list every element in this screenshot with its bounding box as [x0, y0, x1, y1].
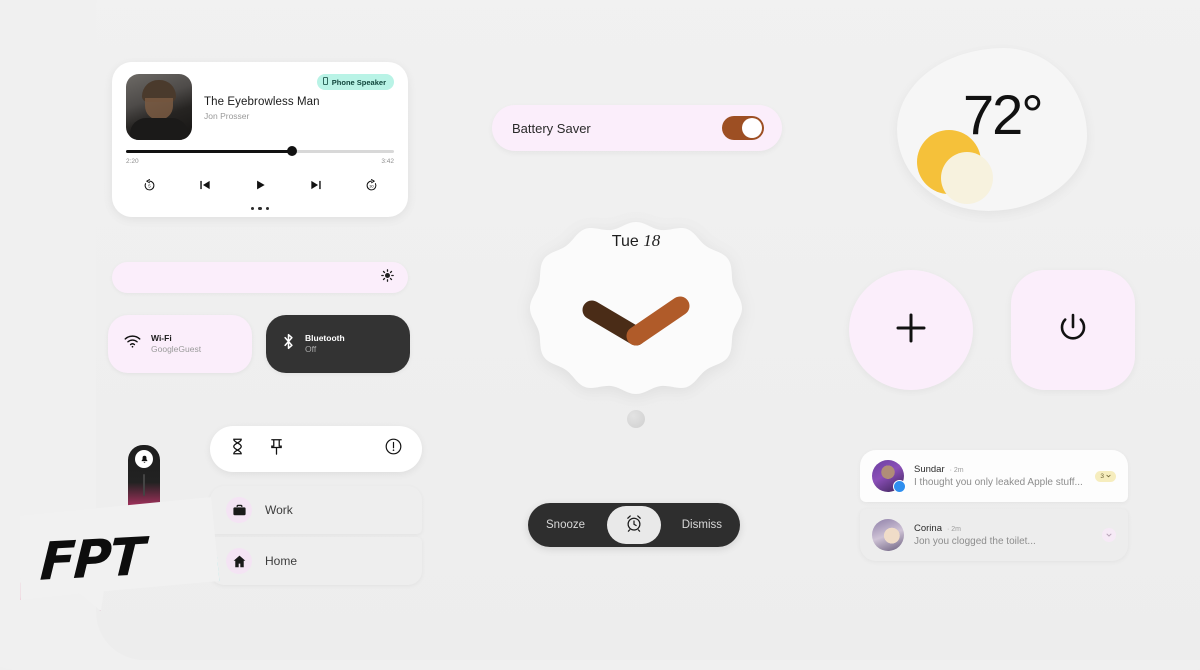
plus-icon: [893, 310, 929, 351]
wifi-status: GoogleGuest: [151, 344, 202, 354]
snooze-button[interactable]: Snooze: [546, 519, 585, 531]
watermark-stem-line: [143, 474, 145, 496]
clock-date: Tue 18: [524, 231, 748, 251]
wifi-icon: [124, 335, 141, 353]
brightness-slider[interactable]: [112, 262, 408, 293]
media-times: 2:20 3:42: [126, 158, 394, 165]
clock-face: [530, 222, 742, 394]
shortcut-item-home[interactable]: Home: [210, 537, 422, 585]
media-artist: Jon Prosser: [204, 111, 250, 121]
battery-saver-toggle[interactable]: [722, 116, 764, 140]
notification-expand-button[interactable]: [1102, 528, 1116, 542]
brightness-icon: [381, 268, 394, 287]
bell-icon: [135, 450, 153, 468]
bluetooth-icon: [282, 333, 295, 355]
media-title: The Eyebrowless Man: [204, 96, 320, 108]
shortcut-toolbar: [210, 426, 422, 472]
wifi-text: Wi-Fi GoogleGuest: [151, 333, 201, 354]
pin-icon[interactable]: [269, 438, 284, 460]
media-progress[interactable]: 2:20 3:42: [126, 146, 394, 165]
svg-text:5: 5: [148, 183, 151, 188]
messenger-icon: [893, 480, 906, 493]
clock-widget[interactable]: Tue 18: [524, 218, 748, 442]
progress-knob[interactable]: [287, 146, 298, 157]
avatar: [872, 460, 906, 493]
notification-body: Sundar · 2m I thought you only leaked Ap…: [914, 464, 1085, 488]
notification-message: Jon you clogged the toilet...: [914, 536, 1036, 547]
clock-bottom-dot[interactable]: [627, 410, 645, 428]
cloud-icon: [941, 152, 993, 204]
album-art: [126, 74, 192, 140]
clock-day: 18: [643, 231, 661, 250]
forward-30-button[interactable]: 30: [360, 174, 382, 196]
briefcase-icon: [226, 497, 252, 523]
notification-row[interactable]: Corina · 2m Jon you clogged the toilet..…: [860, 509, 1128, 561]
notification-sender: Sundar: [914, 464, 945, 475]
dismiss-button[interactable]: Dismiss: [682, 519, 722, 531]
progress-fill: [126, 150, 293, 153]
power-button[interactable]: [1011, 270, 1135, 390]
bluetooth-title: Bluetooth: [305, 333, 345, 344]
watermark-text: FPT: [38, 527, 145, 593]
add-button[interactable]: [849, 270, 973, 390]
bluetooth-status: Off: [305, 344, 317, 354]
shortcut-label-home: Home: [265, 554, 298, 568]
notification-row[interactable]: Sundar · 2m I thought you only leaked Ap…: [860, 450, 1128, 502]
shortcut-item-work[interactable]: Work: [210, 486, 422, 534]
weather-widget[interactable]: 72°: [897, 48, 1087, 211]
home-icon: [226, 548, 252, 574]
output-device-badge[interactable]: Phone Speaker: [316, 74, 394, 90]
alarm-controls: Snooze Dismiss: [528, 503, 740, 547]
wallpaper-stage: The Eyebrowless Man Jon Prosser Phone Sp…: [0, 0, 1200, 670]
alarm-clock-icon: [625, 514, 643, 537]
elapsed-time: 2:20: [126, 157, 139, 165]
play-button[interactable]: [249, 174, 271, 196]
quick-tile-bluetooth[interactable]: Bluetooth Off: [266, 315, 410, 373]
previous-track-button[interactable]: [194, 174, 216, 196]
shortcut-label-work: Work: [265, 503, 293, 517]
avatar: [872, 519, 904, 551]
notification-time: · 2m: [949, 467, 964, 474]
duration-time: 3:42: [381, 157, 394, 165]
notification-count-badge[interactable]: 3: [1095, 470, 1116, 482]
notification-time: · 2m: [947, 526, 961, 533]
watermark-logo: FPT: [18, 440, 228, 630]
quick-tile-wifi[interactable]: Wi-Fi GoogleGuest: [108, 315, 252, 373]
chevron-down-icon: [1106, 473, 1111, 480]
battery-saver-row[interactable]: Battery Saver: [492, 105, 782, 151]
media-page-dots[interactable]: [112, 206, 408, 210]
output-device-label: Phone Speaker: [331, 77, 386, 87]
phone-icon: [322, 77, 328, 87]
clock-weekday: Tue: [611, 233, 639, 250]
media-player-card[interactable]: The Eyebrowless Man Jon Prosser Phone Sp…: [112, 62, 408, 217]
media-controls: 5 30: [126, 174, 394, 196]
info-icon[interactable]: [385, 438, 402, 459]
hourglass-icon[interactable]: [230, 438, 245, 460]
next-track-button[interactable]: [305, 174, 327, 196]
notification-count: 3: [1100, 472, 1104, 480]
notification-message: I thought you only leaked Apple stuff...: [914, 477, 1083, 488]
bluetooth-text: Bluetooth Off: [305, 333, 345, 354]
progress-track[interactable]: [126, 146, 394, 157]
toggle-knob: [742, 118, 762, 138]
notification-sender: Corina: [914, 523, 942, 534]
svg-text:30: 30: [369, 184, 373, 188]
power-icon: [1056, 311, 1090, 350]
alarm-clock-button[interactable]: [607, 506, 661, 544]
weather-temperature: 72°: [963, 83, 1044, 146]
notification-body: Corina · 2m Jon you clogged the toilet..…: [914, 523, 1092, 547]
rewind-5-button[interactable]: 5: [138, 174, 160, 196]
wifi-title: Wi-Fi: [151, 333, 172, 344]
battery-saver-label: Battery Saver: [512, 120, 591, 136]
